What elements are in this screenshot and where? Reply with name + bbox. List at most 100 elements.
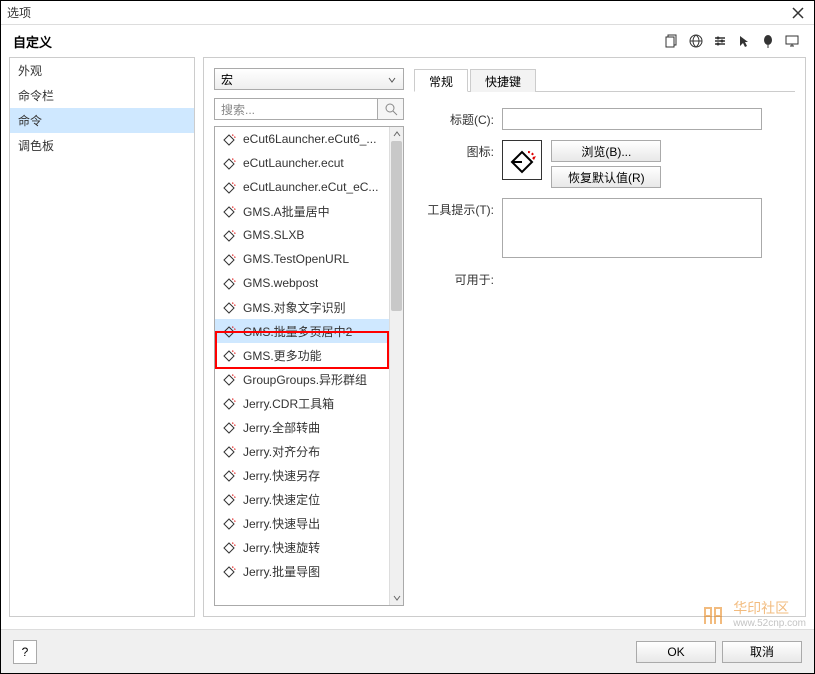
chevron-down-icon: [385, 73, 399, 87]
macro-icon: [221, 515, 237, 531]
list-item[interactable]: Jerry.对齐分布: [215, 439, 389, 463]
sidebar-item[interactable]: 外观: [10, 58, 194, 83]
list-item[interactable]: eCut6Launcher.eCut6_...: [215, 127, 389, 151]
list-item-label: GMS.A批量居中: [243, 203, 330, 220]
search-button[interactable]: [378, 98, 404, 120]
list-item[interactable]: Jerry.快速旋转: [215, 535, 389, 559]
list-item-label: GroupGroups.异形群组: [243, 371, 367, 388]
title-input[interactable]: [502, 108, 762, 130]
tooltip-label: 工具提示(T):: [422, 198, 502, 258]
macro-icon: [221, 347, 237, 363]
header: 自定义: [1, 25, 814, 57]
list-item[interactable]: GMS.更多功能: [215, 343, 389, 367]
list-item[interactable]: Jerry.快速另存: [215, 463, 389, 487]
list-item[interactable]: Jerry.快速导出: [215, 511, 389, 535]
list-item[interactable]: eCutLauncher.eCut_eC...: [215, 175, 389, 199]
search-input[interactable]: 搜索...: [214, 98, 378, 120]
macro-icon: [221, 539, 237, 555]
list-item-label: GMS.SLXB: [243, 228, 304, 242]
list-item[interactable]: eCutLauncher.ecut: [215, 151, 389, 175]
macro-icon: [221, 251, 237, 267]
combo-value: 宏: [221, 71, 233, 88]
watermark-url: www.52cnp.com: [733, 618, 806, 629]
list-item-label: GMS.更多功能: [243, 347, 322, 364]
list-item-label: GMS.TestOpenURL: [243, 252, 349, 266]
icon-label: 图标:: [422, 140, 502, 188]
cursor-icon[interactable]: [734, 31, 754, 51]
macro-icon: [221, 491, 237, 507]
bucket-icon: [506, 144, 538, 176]
macro-icon: [221, 299, 237, 315]
macro-icon: [221, 395, 237, 411]
list-item[interactable]: Jerry.快速定位: [215, 487, 389, 511]
list-item[interactable]: Jerry.CDR工具箱: [215, 391, 389, 415]
list-item-label: Jerry.批量导图: [243, 563, 320, 580]
macro-icon: [221, 419, 237, 435]
macro-icon: [221, 203, 237, 219]
list-item-label: GMS.webpost: [243, 276, 318, 290]
scroll-thumb[interactable]: [391, 141, 402, 311]
options-dialog: 选项 自定义 外观命令栏命令调色板 宏 搜索...: [0, 0, 815, 674]
titlebar: 选项: [1, 1, 814, 25]
sidebar-item[interactable]: 调色板: [10, 133, 194, 158]
list-item-label: GMS.批量多页居中2: [243, 323, 352, 340]
list-item-label: Jerry.全部转曲: [243, 419, 320, 436]
macro-icon: [221, 443, 237, 459]
scroll-up-icon[interactable]: [390, 127, 403, 141]
ok-button[interactable]: OK: [636, 641, 716, 663]
list-item-label: Jerry.快速另存: [243, 467, 320, 484]
macro-icon: [221, 155, 237, 171]
list-item-label: eCut6Launcher.eCut6_...: [243, 132, 376, 146]
scroll-down-icon[interactable]: [390, 591, 403, 605]
balloon-icon[interactable]: [758, 31, 778, 51]
list-item[interactable]: GMS.A批量居中: [215, 199, 389, 223]
scrollbar[interactable]: [389, 127, 403, 605]
list-item-label: eCutLauncher.eCut_eC...: [243, 180, 378, 194]
list-item-label: Jerry.CDR工具箱: [243, 395, 334, 412]
tooltip-input[interactable]: [502, 198, 762, 258]
globe-icon[interactable]: [686, 31, 706, 51]
macro-icon: [221, 275, 237, 291]
copy-icon[interactable]: [662, 31, 682, 51]
list-item[interactable]: GMS.webpost: [215, 271, 389, 295]
tab[interactable]: 常规: [414, 69, 468, 92]
search-icon: [384, 102, 398, 116]
help-button[interactable]: ?: [13, 640, 37, 664]
list-item[interactable]: GroupGroups.异形群组: [215, 367, 389, 391]
browse-button[interactable]: 浏览(B)...: [551, 140, 661, 162]
search-placeholder: 搜索...: [221, 101, 255, 118]
list-item-label: eCutLauncher.ecut: [243, 156, 344, 170]
list-item[interactable]: Jerry.全部转曲: [215, 415, 389, 439]
macro-icon: [221, 179, 237, 195]
macro-icon: [221, 227, 237, 243]
list-item-label: Jerry.快速定位: [243, 491, 320, 508]
macro-icon: [221, 563, 237, 579]
list-item[interactable]: GMS.批量多页居中2: [215, 319, 389, 343]
sidebar-item[interactable]: 命令栏: [10, 83, 194, 108]
list-item[interactable]: Jerry.批量导图: [215, 559, 389, 583]
macro-icon: [221, 371, 237, 387]
header-tools: [662, 31, 802, 51]
tabs: 常规快捷键: [414, 68, 795, 92]
settings-icon[interactable]: [710, 31, 730, 51]
close-icon: [792, 7, 804, 19]
form: 标题(C): 图标:: [414, 92, 795, 314]
list-item[interactable]: GMS.对象文字识别: [215, 295, 389, 319]
list-item-label: Jerry.快速旋转: [243, 539, 320, 556]
main-panel: 宏 搜索... eCut6Launcher.eCut6_... eCutLaunc…: [203, 57, 806, 617]
restore-default-button[interactable]: 恢复默认值(R): [551, 166, 661, 188]
category-combo[interactable]: 宏: [214, 68, 404, 90]
close-button[interactable]: [788, 3, 808, 23]
list-item[interactable]: GMS.SLXB: [215, 223, 389, 247]
command-list: eCut6Launcher.eCut6_... eCutLauncher.ecut…: [214, 126, 404, 606]
sidebar-item[interactable]: 命令: [10, 108, 194, 133]
title-label: 标题(C):: [422, 108, 502, 130]
monitor-icon[interactable]: [782, 31, 802, 51]
list-item[interactable]: GMS.TestOpenURL: [215, 247, 389, 271]
tab[interactable]: 快捷键: [470, 69, 536, 92]
sidebar: 外观命令栏命令调色板: [9, 57, 195, 617]
window-title: 选项: [7, 4, 788, 21]
footer: ? OK 取消: [1, 629, 814, 673]
cancel-button[interactable]: 取消: [722, 641, 802, 663]
page-heading: 自定义: [13, 32, 662, 51]
